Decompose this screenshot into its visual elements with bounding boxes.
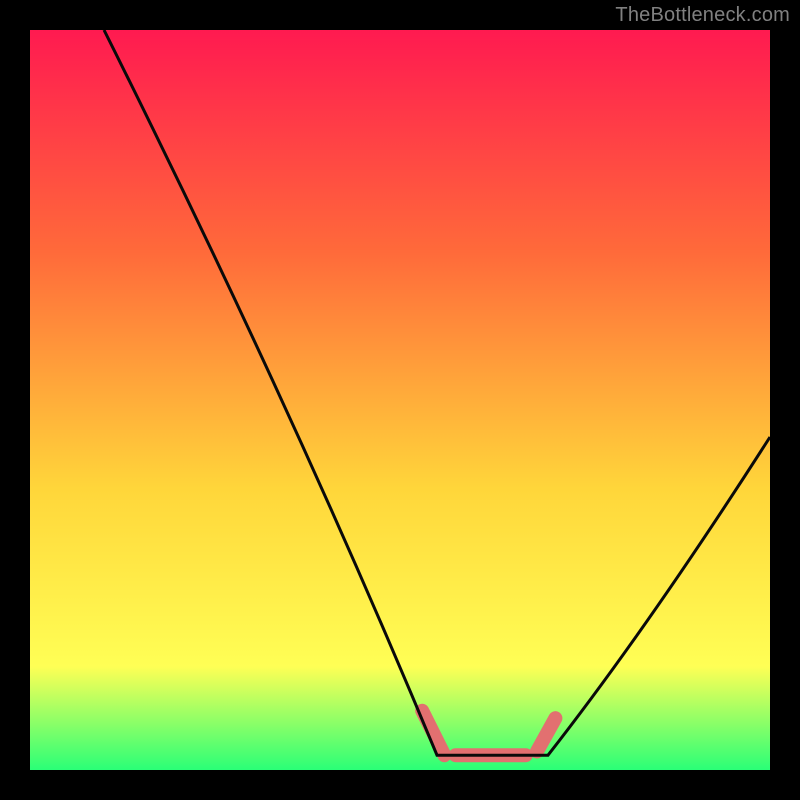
heat-background xyxy=(30,30,770,770)
bottleneck-chart xyxy=(30,30,770,770)
watermark-label: TheBottleneck.com xyxy=(615,4,790,27)
chart-frame: TheBottleneck.com xyxy=(0,0,800,800)
